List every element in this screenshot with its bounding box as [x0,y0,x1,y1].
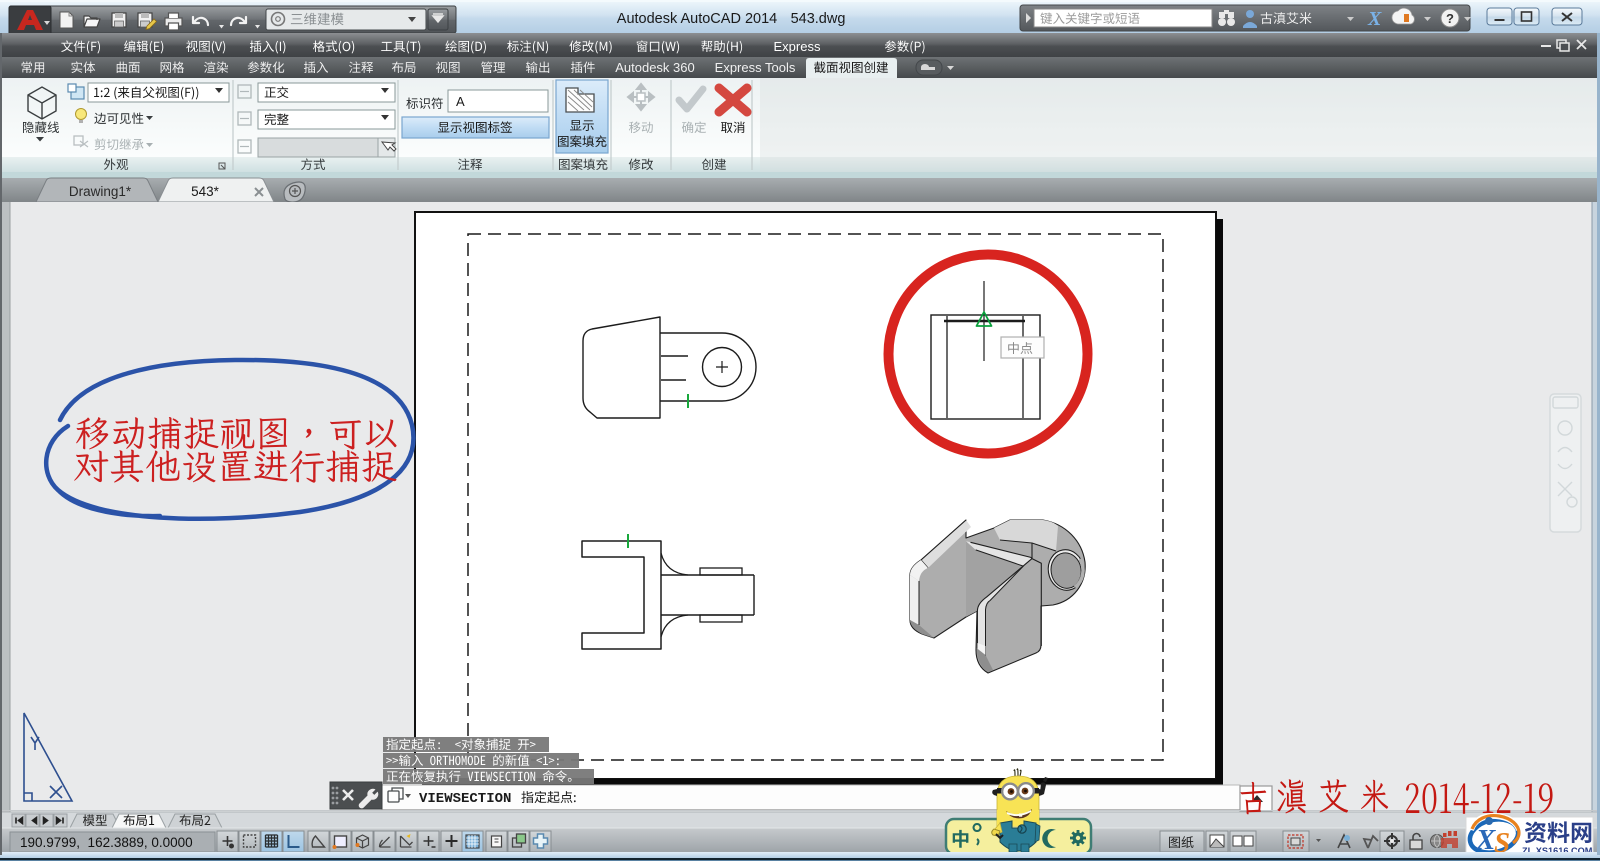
svg-text:543.dwg: 543.dwg [791,11,846,27]
svg-text:X: X [1475,824,1496,856]
svg-text:543*: 543* [191,184,220,199]
svg-text:A: A [456,94,465,109]
svg-text:190.9799, 162.3889, 0.0000: 190.9799, 162.3889, 0.0000 [20,835,193,850]
svg-text:Express: Express [774,39,821,54]
svg-text:?: ? [1446,11,1454,26]
svg-text:Autodesk AutoCAD 2014: Autodesk AutoCAD 2014 [617,11,777,27]
svg-text:Autodesk 360: Autodesk 360 [615,60,695,75]
svg-text:VIEWSECTION: VIEWSECTION [419,791,511,807]
svg-text:X: X [1367,8,1382,30]
svg-text:Drawing1*: Drawing1* [69,184,132,199]
svg-text:Express Tools: Express Tools [715,60,796,75]
